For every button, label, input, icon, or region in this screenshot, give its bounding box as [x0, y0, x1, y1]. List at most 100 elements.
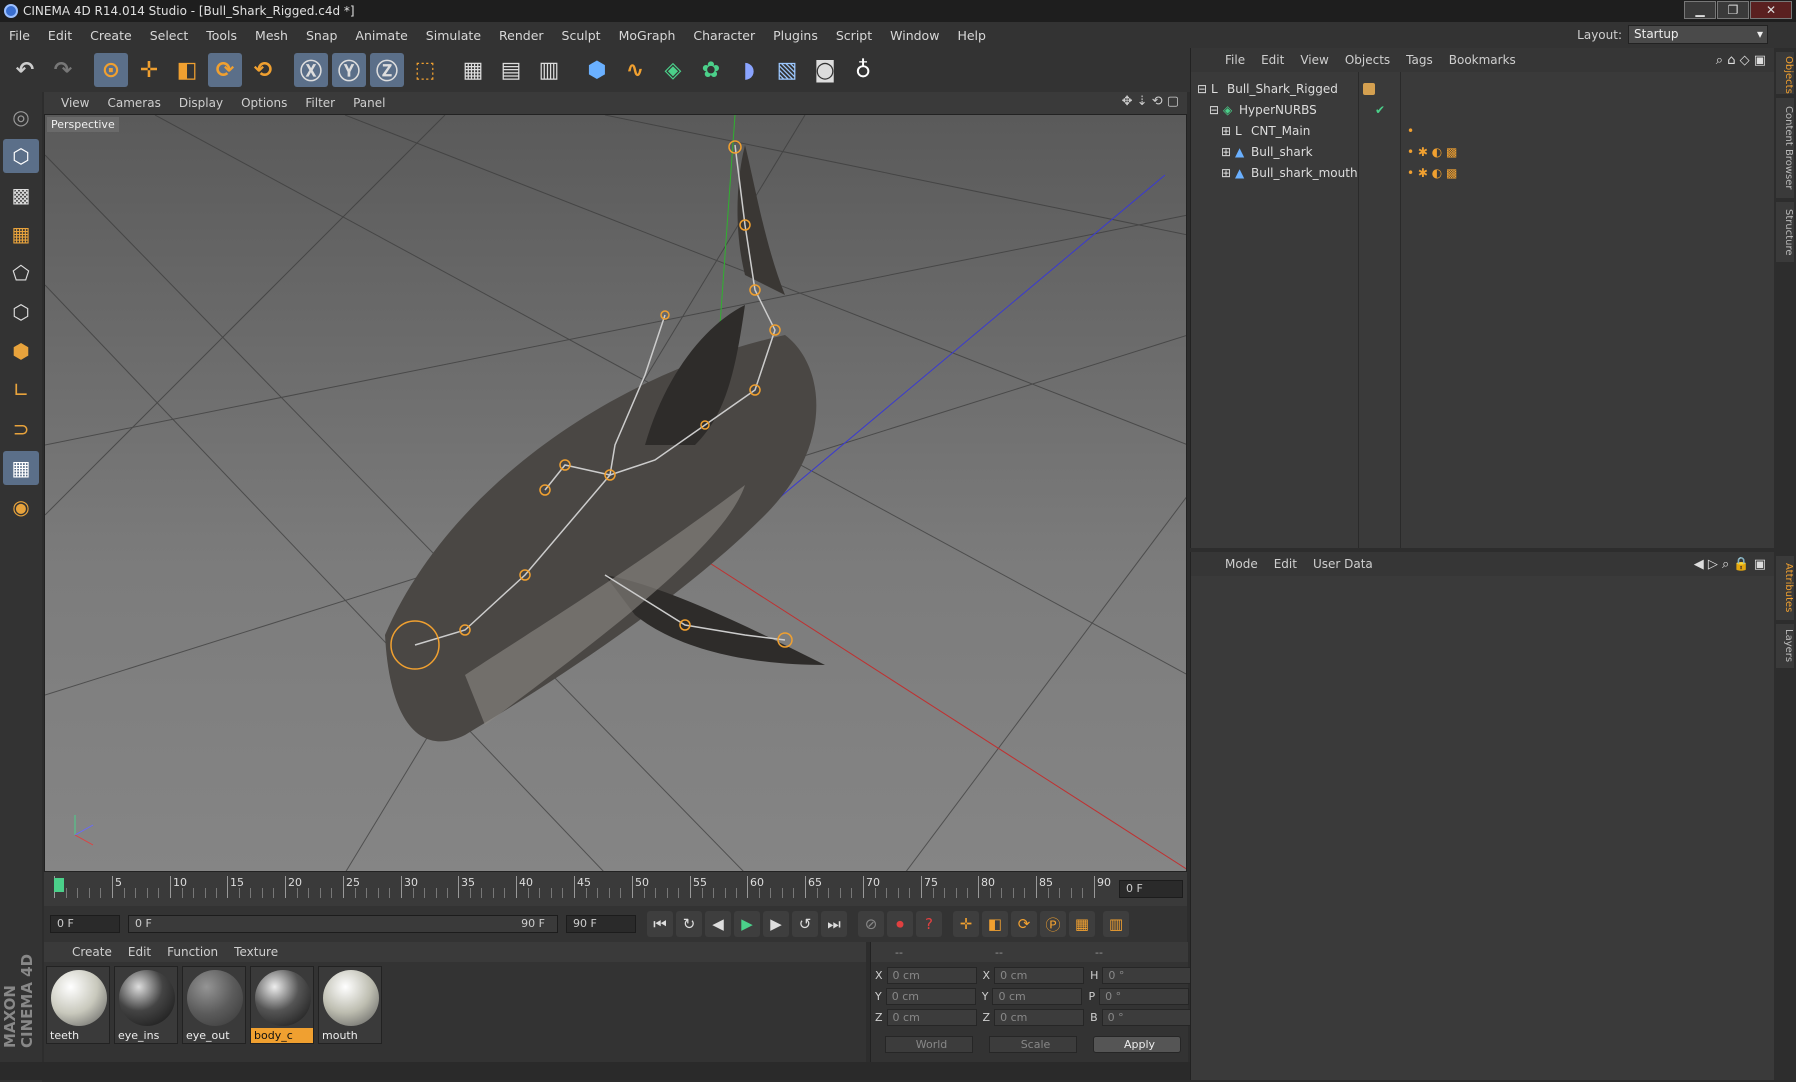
material-eye-out[interactable]: eye_out — [182, 966, 246, 1044]
menu-animate[interactable]: Animate — [346, 28, 416, 43]
goto-end-icon[interactable]: ⏭ — [821, 911, 847, 937]
menu-help[interactable]: Help — [948, 28, 995, 43]
coord-mode-dropdown[interactable]: Scale — [989, 1036, 1077, 1053]
viewport-menu-options[interactable]: Options — [232, 96, 296, 110]
goto-prev-key-icon[interactable]: ↻ — [676, 911, 702, 937]
menu-render[interactable]: Render — [490, 28, 553, 43]
z-axis-icon[interactable]: Ⓩ — [370, 53, 404, 87]
objects-menu-edit[interactable]: Edit — [1253, 53, 1292, 67]
points-mode-icon[interactable]: ⬠ — [3, 256, 39, 290]
key-rotation-icon[interactable]: ⟳ — [1011, 911, 1037, 937]
key-parameter-icon[interactable]: Ⓟ — [1040, 911, 1066, 937]
maximize-button[interactable]: ❐ — [1717, 1, 1749, 19]
texture-mode-icon[interactable]: ▩ — [3, 178, 39, 212]
objects-menu-tags[interactable]: Tags — [1398, 53, 1441, 67]
objects-menu-file[interactable]: File — [1217, 53, 1253, 67]
ik-tag-icon[interactable]: • — [1407, 124, 1414, 138]
material-teeth[interactable]: teeth — [46, 966, 110, 1044]
expand-icon[interactable]: ⊟ — [1197, 82, 1211, 96]
key-pla-icon[interactable]: ▦ — [1069, 911, 1095, 937]
material-menu-edit[interactable]: Edit — [120, 945, 159, 959]
expand-icon[interactable]: ⊞ — [1221, 124, 1235, 138]
menu-plugins[interactable]: Plugins — [764, 28, 827, 43]
expand-icon[interactable]: ⊟ — [1209, 103, 1223, 117]
preview-range-slider[interactable]: 0 F 90 F — [128, 915, 558, 933]
array-icon[interactable]: ✿ — [694, 53, 728, 87]
menu-create[interactable]: Create — [81, 28, 141, 43]
workplane-icon[interactable]: ▦ — [3, 217, 39, 251]
coord-space-dropdown[interactable]: World — [885, 1036, 973, 1053]
viewport-menu-panel[interactable]: Panel — [344, 96, 394, 110]
menu-edit[interactable]: Edit — [39, 28, 81, 43]
recent-tool-icon[interactable]: ⟲ — [246, 53, 280, 87]
shark-model[interactable] — [385, 145, 825, 742]
pos-x-field[interactable]: 0 cm — [886, 966, 977, 984]
menu-mesh[interactable]: Mesh — [246, 28, 297, 43]
x-axis-icon[interactable]: Ⓧ — [294, 53, 328, 87]
magnet-icon[interactable]: ⊃ — [3, 412, 39, 446]
cube-icon[interactable]: ⬢ — [580, 53, 614, 87]
deformer-icon[interactable]: ◗ — [732, 53, 766, 87]
size-z-field[interactable]: 0 cm — [994, 1008, 1085, 1026]
edges-mode-icon[interactable]: ⬡ — [3, 295, 39, 329]
rot-b-field[interactable]: 0 ° — [1101, 1008, 1192, 1026]
viewport-menu-filter[interactable]: Filter — [296, 96, 344, 110]
expand-icon[interactable]: ⊞ — [1221, 166, 1235, 180]
nurbs-icon[interactable]: ◈ — [656, 53, 690, 87]
viewport-menu-view[interactable]: View — [52, 96, 98, 110]
timeline-ruler[interactable]: 051015202530354045505560657075808590 0 F — [44, 872, 1187, 906]
object-row-cnt-main[interactable]: ⊞ L CNT_Main • — [1191, 120, 1775, 141]
redo-icon[interactable]: ↷ — [46, 53, 80, 87]
scale-icon[interactable]: ◧ — [170, 53, 204, 87]
menu-tools[interactable]: Tools — [197, 28, 246, 43]
material-body-c[interactable]: body_c — [250, 966, 314, 1044]
y-axis-icon[interactable]: Ⓨ — [332, 53, 366, 87]
render-view-icon[interactable]: ▦ — [456, 53, 490, 87]
close-button[interactable]: ✕ — [1750, 1, 1792, 19]
start-frame-field[interactable]: 0 F — [50, 915, 120, 933]
menu-sculpt[interactable]: Sculpt — [553, 28, 610, 43]
record-keys-icon[interactable]: ⊘ — [858, 911, 884, 937]
timeline-playhead[interactable] — [54, 878, 64, 892]
rot-p-field[interactable]: 0 ° — [1099, 987, 1190, 1005]
key-scale-icon[interactable]: ◧ — [982, 911, 1008, 937]
goto-start-icon[interactable]: ⏮ — [647, 911, 673, 937]
tag-icons[interactable]: • ✱ ◐ ▩ — [1407, 145, 1457, 159]
material-menu-function[interactable]: Function — [159, 945, 226, 959]
floor-icon[interactable]: ▧ — [770, 53, 804, 87]
viewport-menu-cameras[interactable]: Cameras — [98, 96, 169, 110]
viewport-nav-icons[interactable]: ✥ ⇣ ⟲ ▢ — [1122, 94, 1179, 109]
object-row-bull-shark[interactable]: ⊞ ▲ Bull_shark • ✱ ◐ ▩ — [1191, 141, 1775, 162]
viewport-menu-display[interactable]: Display — [170, 96, 232, 110]
attributes-menu-user-data[interactable]: User Data — [1305, 557, 1381, 571]
attributes-menu-edit[interactable]: Edit — [1266, 557, 1305, 571]
size-x-field[interactable]: 0 cm — [994, 966, 1085, 984]
object-row-hypernurbs[interactable]: ⊟ ◈ HyperNURBS ✔ — [1191, 99, 1775, 120]
tab-content-browser[interactable]: Content Browser — [1776, 98, 1794, 198]
objects-menu-view[interactable]: View — [1292, 53, 1336, 67]
menu-mograph[interactable]: MoGraph — [610, 28, 685, 43]
object-manager-search-icon[interactable]: ⌕ ⌂ ◇ ▣ — [1716, 53, 1766, 68]
polygons-mode-icon[interactable]: ⬢ — [3, 334, 39, 368]
tab-layers[interactable]: Layers — [1776, 624, 1794, 668]
menu-character[interactable]: Character — [684, 28, 764, 43]
coordinate-system-icon[interactable]: ⬚ — [408, 53, 442, 87]
menu-simulate[interactable]: Simulate — [417, 28, 490, 43]
move-icon[interactable]: ✛ — [132, 53, 166, 87]
menu-file[interactable]: File — [0, 28, 39, 43]
tab-attributes[interactable]: Attributes — [1776, 556, 1794, 620]
goto-next-key-icon[interactable]: ↺ — [792, 911, 818, 937]
render-picture-viewer-icon[interactable]: ▤ — [494, 53, 528, 87]
menu-window[interactable]: Window — [881, 28, 948, 43]
size-y-field[interactable]: 0 cm — [992, 987, 1083, 1005]
material-mouth[interactable]: mouth — [318, 966, 382, 1044]
edit-render-settings-icon[interactable]: ▥ — [532, 53, 566, 87]
minimize-button[interactable]: ▁ — [1684, 1, 1716, 19]
camera-icon[interactable]: ◙ — [808, 53, 842, 87]
pos-z-field[interactable]: 0 cm — [886, 1008, 977, 1026]
objects-menu-bookmarks[interactable]: Bookmarks — [1441, 53, 1524, 67]
apply-button[interactable]: Apply — [1093, 1036, 1181, 1053]
object-row-bull-shark-rigged[interactable]: ⊟ L Bull_Shark_Rigged — [1191, 78, 1775, 99]
locked-workplane-icon[interactable]: ▦ — [3, 451, 39, 485]
step-forward-icon[interactable]: ▶ — [763, 911, 789, 937]
